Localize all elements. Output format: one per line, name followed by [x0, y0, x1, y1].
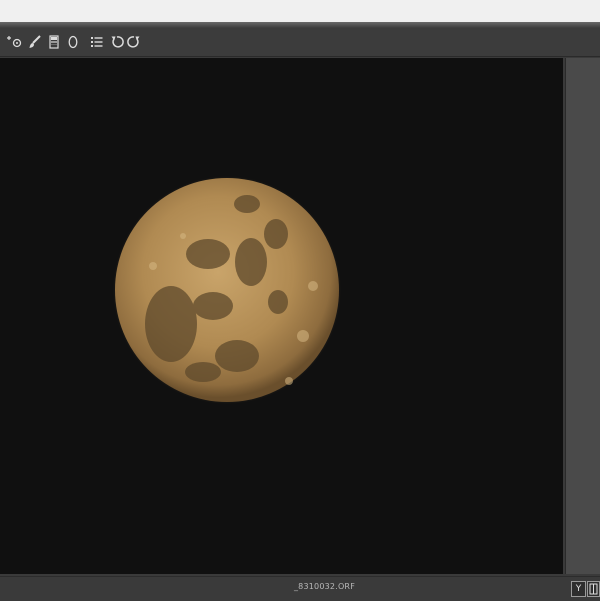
toolbar	[0, 28, 600, 57]
adjustment-brush-icon[interactable]	[28, 33, 42, 51]
right-side-panel	[565, 58, 600, 574]
y-view-button[interactable]: Y	[571, 581, 586, 597]
target-adjustment-icon[interactable]	[5, 33, 23, 51]
filename-label: _8310032.ORF	[293, 582, 355, 591]
graduated-filter-icon[interactable]	[48, 33, 60, 51]
image-canvas[interactable]	[0, 58, 563, 574]
rotate-left-icon[interactable]	[110, 33, 124, 51]
preferences-list-icon[interactable]	[90, 33, 104, 51]
rotate-right-icon[interactable]	[127, 33, 141, 51]
status-bar: _8310032.ORF Y	[0, 576, 600, 601]
window-top-strip	[0, 0, 600, 23]
radial-filter-icon[interactable]	[67, 33, 79, 51]
moon-photo	[113, 176, 341, 404]
before-after-toggle-icon[interactable]	[587, 581, 600, 597]
